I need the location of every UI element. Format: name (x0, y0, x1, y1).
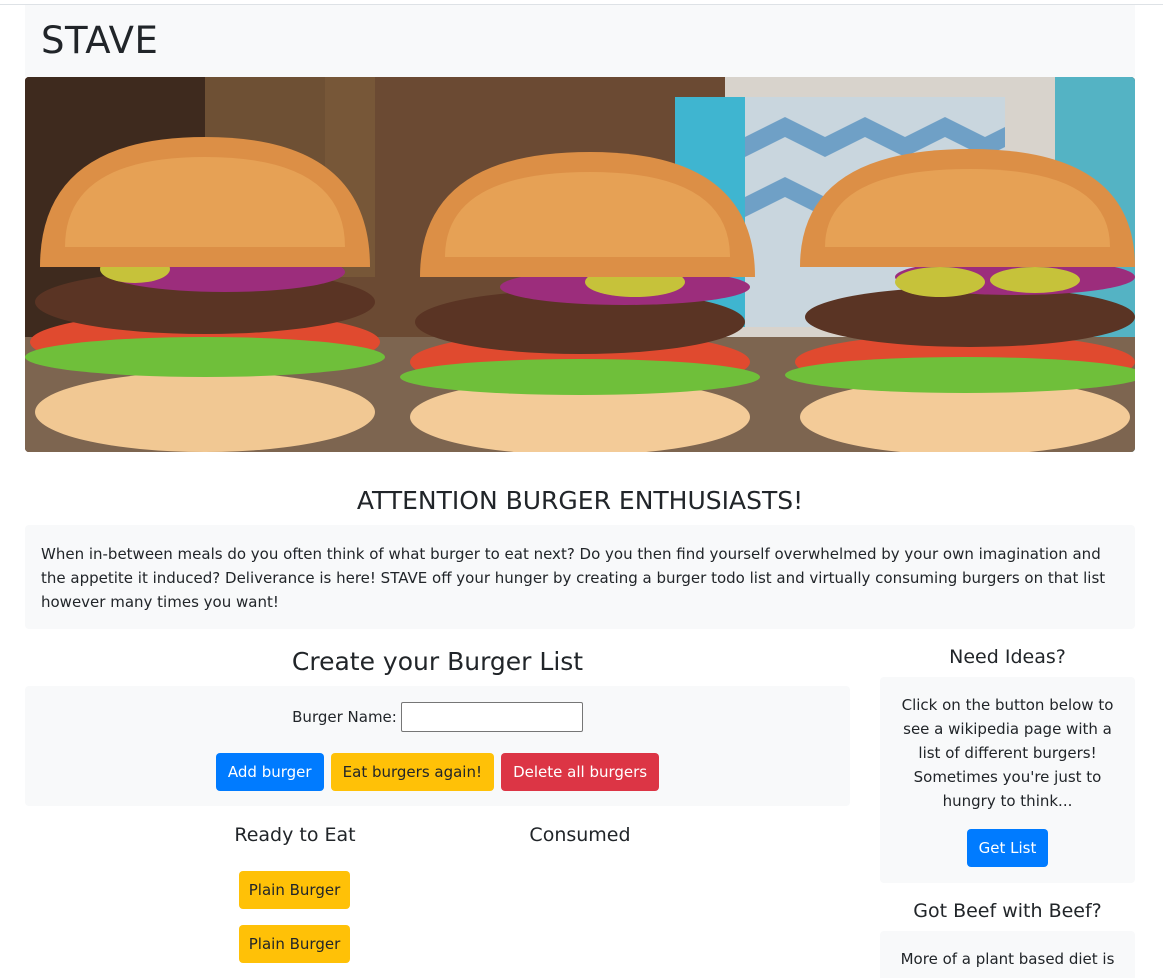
ready-heading: Ready to Eat (234, 824, 356, 846)
hero-image (25, 77, 1135, 452)
get-list-button[interactable]: Get List (966, 829, 1049, 867)
ready-burger-item[interactable]: Plain Burger (239, 925, 350, 963)
consumed-heading: Consumed (529, 824, 631, 846)
create-form: Burger Name: Add burger Eat burgers agai… (25, 686, 850, 806)
add-burger-button[interactable]: Add burger (215, 753, 324, 791)
ideas-heading: Need Ideas? (949, 646, 1066, 668)
burger-name-label: Burger Name: (292, 708, 397, 726)
create-heading: Create your Burger List (291, 647, 584, 676)
ready-burger-item[interactable]: Plain Burger (239, 871, 350, 909)
beef-heading: Got Beef with Beef? (913, 900, 1102, 922)
burger-name-input[interactable] (400, 702, 583, 732)
ideas-panel: Click on the button below to see a wikip… (880, 677, 1135, 883)
burgers-photo-icon (25, 77, 1135, 452)
delete-all-button[interactable]: Delete all burgers (501, 753, 660, 791)
ideas-text: Click on the button below to see a wikip… (901, 696, 1114, 810)
intro-panel: When in-between meals do you often think… (25, 525, 1135, 629)
intro-text: When in-between meals do you often think… (41, 545, 1106, 611)
eat-again-button[interactable]: Eat burgers again! (330, 753, 494, 791)
beef-text: More of a plant based diet is (900, 950, 1115, 968)
brand-title[interactable]: STAVE (41, 19, 158, 62)
navbar: STAVE (25, 5, 1135, 77)
beef-panel: More of a plant based diet is (880, 931, 1135, 978)
burger-name-row: Burger Name: (25, 702, 850, 732)
form-buttons: Add burger Eat burgers again! Delete all… (25, 753, 850, 791)
intro-heading: ATTENTION BURGER ENTHUSIASTS! (356, 486, 804, 515)
